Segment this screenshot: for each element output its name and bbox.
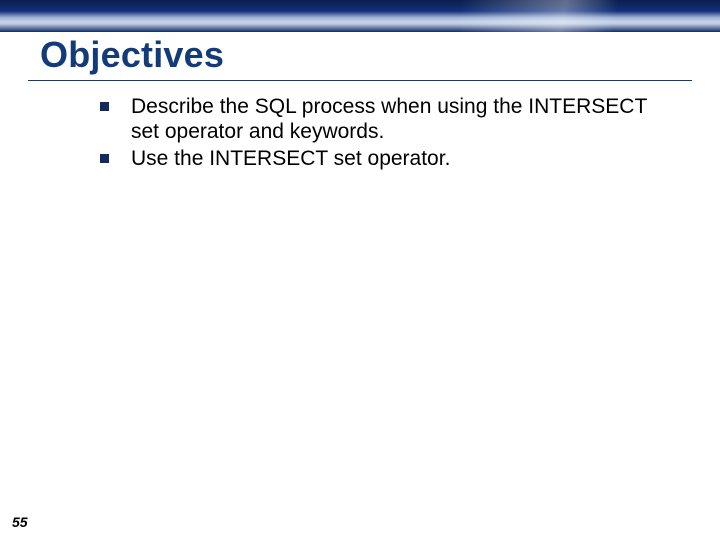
page-number: 55 [12, 514, 28, 530]
square-bullet-icon [100, 154, 109, 163]
content-area: Describe the SQL process when using the … [100, 94, 660, 173]
list-item: Use the INTERSECT set operator. [100, 146, 660, 171]
top-banner [0, 0, 720, 32]
banner-sheen [460, 0, 720, 32]
square-bullet-icon [100, 102, 109, 111]
bullet-text: Describe the SQL process when using the … [131, 94, 660, 144]
slide-title: Objectives [40, 34, 224, 76]
title-underline [28, 80, 692, 81]
list-item: Describe the SQL process when using the … [100, 94, 660, 144]
bullet-text: Use the INTERSECT set operator. [131, 146, 450, 171]
